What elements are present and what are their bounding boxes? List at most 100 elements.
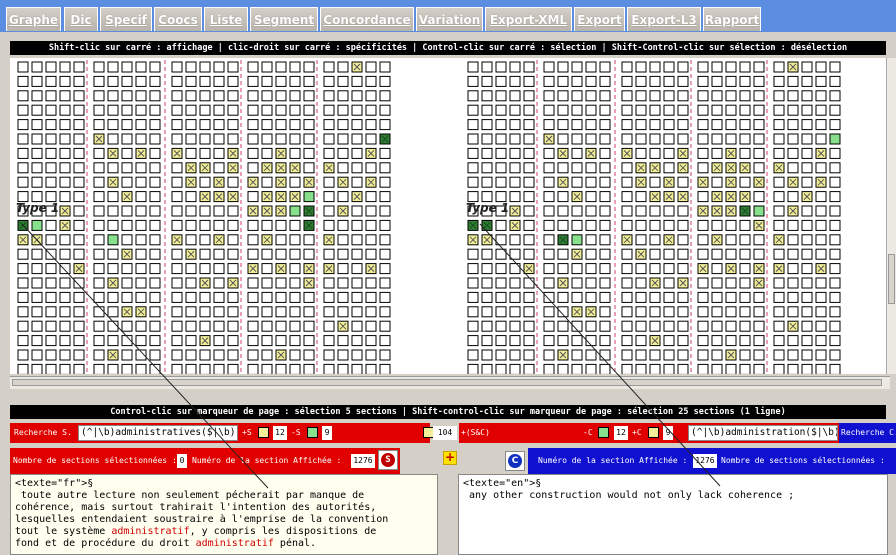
section-square-left[interactable] [135, 133, 147, 145]
section-square-left[interactable] [227, 61, 239, 73]
section-square-left[interactable] [59, 147, 71, 159]
section-square-right[interactable] [599, 234, 611, 246]
section-square-left[interactable] [337, 263, 349, 275]
section-square-left[interactable] [247, 162, 259, 174]
section-square-right[interactable] [787, 90, 799, 102]
section-square-right[interactable] [509, 349, 521, 361]
section-square-left[interactable] [213, 147, 225, 159]
section-square-left[interactable] [45, 263, 57, 275]
section-square-left[interactable] [121, 90, 133, 102]
section-square-left[interactable] [275, 176, 287, 188]
section-square-right[interactable] [481, 90, 493, 102]
section-square-right[interactable] [557, 191, 569, 203]
section-square-right[interactable] [711, 119, 723, 131]
section-square-right[interactable] [543, 176, 555, 188]
section-square-left[interactable] [337, 75, 349, 87]
section-square-left[interactable] [93, 61, 105, 73]
section-square-right[interactable] [753, 335, 765, 347]
section-square-left[interactable] [303, 75, 315, 87]
section-square-left[interactable] [199, 335, 211, 347]
section-square-left[interactable] [379, 162, 391, 174]
english-text-panel[interactable]: <texte="en">§ any other construction wou… [458, 474, 888, 555]
section-square-left[interactable] [247, 363, 259, 374]
section-square-right[interactable] [801, 320, 813, 332]
section-square-left[interactable] [149, 320, 161, 332]
section-square-left[interactable] [199, 205, 211, 217]
section-square-left[interactable] [323, 119, 335, 131]
section-square-right[interactable] [495, 162, 507, 174]
section-square-left[interactable] [73, 219, 85, 231]
section-square-left[interactable] [135, 104, 147, 116]
section-square-right[interactable] [649, 133, 661, 145]
section-square-right[interactable] [697, 119, 709, 131]
section-square-left[interactable] [121, 162, 133, 174]
section-square-left[interactable] [93, 75, 105, 87]
section-square-left[interactable] [247, 205, 259, 217]
section-square-left[interactable] [365, 219, 377, 231]
section-square-right[interactable] [773, 75, 785, 87]
section-square-left[interactable] [149, 119, 161, 131]
section-square-right[interactable] [481, 306, 493, 318]
section-square-right[interactable] [621, 335, 633, 347]
section-square-right[interactable] [711, 61, 723, 73]
section-square-right[interactable] [753, 147, 765, 159]
section-square-right[interactable] [509, 104, 521, 116]
section-square-left[interactable] [365, 176, 377, 188]
section-square-right[interactable] [523, 90, 535, 102]
section-square-right[interactable] [571, 147, 583, 159]
section-square-right[interactable] [753, 349, 765, 361]
section-square-left[interactable] [261, 119, 273, 131]
section-square-left[interactable] [107, 191, 119, 203]
section-square-right[interactable] [599, 104, 611, 116]
section-square-right[interactable] [663, 349, 675, 361]
section-square-left[interactable] [73, 363, 85, 374]
section-square-left[interactable] [59, 277, 71, 289]
section-square-right[interactable] [635, 75, 647, 87]
section-square-left[interactable] [323, 133, 335, 145]
section-square-left[interactable] [171, 176, 183, 188]
section-square-left[interactable] [247, 248, 259, 260]
section-square-right[interactable] [557, 263, 569, 275]
section-square-left[interactable] [289, 133, 301, 145]
section-square-left[interactable] [275, 263, 287, 275]
section-square-right[interactable] [585, 104, 597, 116]
section-square-left[interactable] [227, 219, 239, 231]
section-square-left[interactable] [107, 349, 119, 361]
section-square-left[interactable] [107, 61, 119, 73]
section-square-right[interactable] [739, 205, 751, 217]
section-square-left[interactable] [199, 263, 211, 275]
section-square-right[interactable] [585, 291, 597, 303]
section-square-right[interactable] [725, 277, 737, 289]
section-square-right[interactable] [509, 306, 521, 318]
section-square-left[interactable] [379, 176, 391, 188]
section-square-right[interactable] [585, 133, 597, 145]
section-square-right[interactable] [711, 219, 723, 231]
section-square-right[interactable] [753, 320, 765, 332]
section-square-left[interactable] [171, 75, 183, 87]
section-square-left[interactable] [275, 75, 287, 87]
section-square-left[interactable] [247, 263, 259, 275]
section-square-left[interactable] [149, 291, 161, 303]
section-square-left[interactable] [213, 320, 225, 332]
section-square-right[interactable] [697, 248, 709, 260]
section-square-left[interactable] [365, 75, 377, 87]
section-square-right[interactable] [787, 61, 799, 73]
section-square-right[interactable] [663, 363, 675, 374]
section-square-right[interactable] [649, 248, 661, 260]
section-square-right[interactable] [467, 363, 479, 374]
section-square-right[interactable] [557, 291, 569, 303]
section-square-left[interactable] [31, 162, 43, 174]
section-square-left[interactable] [213, 90, 225, 102]
section-square-right[interactable] [585, 176, 597, 188]
section-square-left[interactable] [185, 306, 197, 318]
section-square-right[interactable] [801, 234, 813, 246]
section-square-left[interactable] [73, 291, 85, 303]
section-square-right[interactable] [711, 191, 723, 203]
section-square-right[interactable] [725, 291, 737, 303]
section-square-left[interactable] [59, 219, 71, 231]
section-square-left[interactable] [379, 191, 391, 203]
section-square-left[interactable] [227, 205, 239, 217]
section-square-right[interactable] [571, 133, 583, 145]
section-square-left[interactable] [135, 263, 147, 275]
section-square-left[interactable] [73, 234, 85, 246]
